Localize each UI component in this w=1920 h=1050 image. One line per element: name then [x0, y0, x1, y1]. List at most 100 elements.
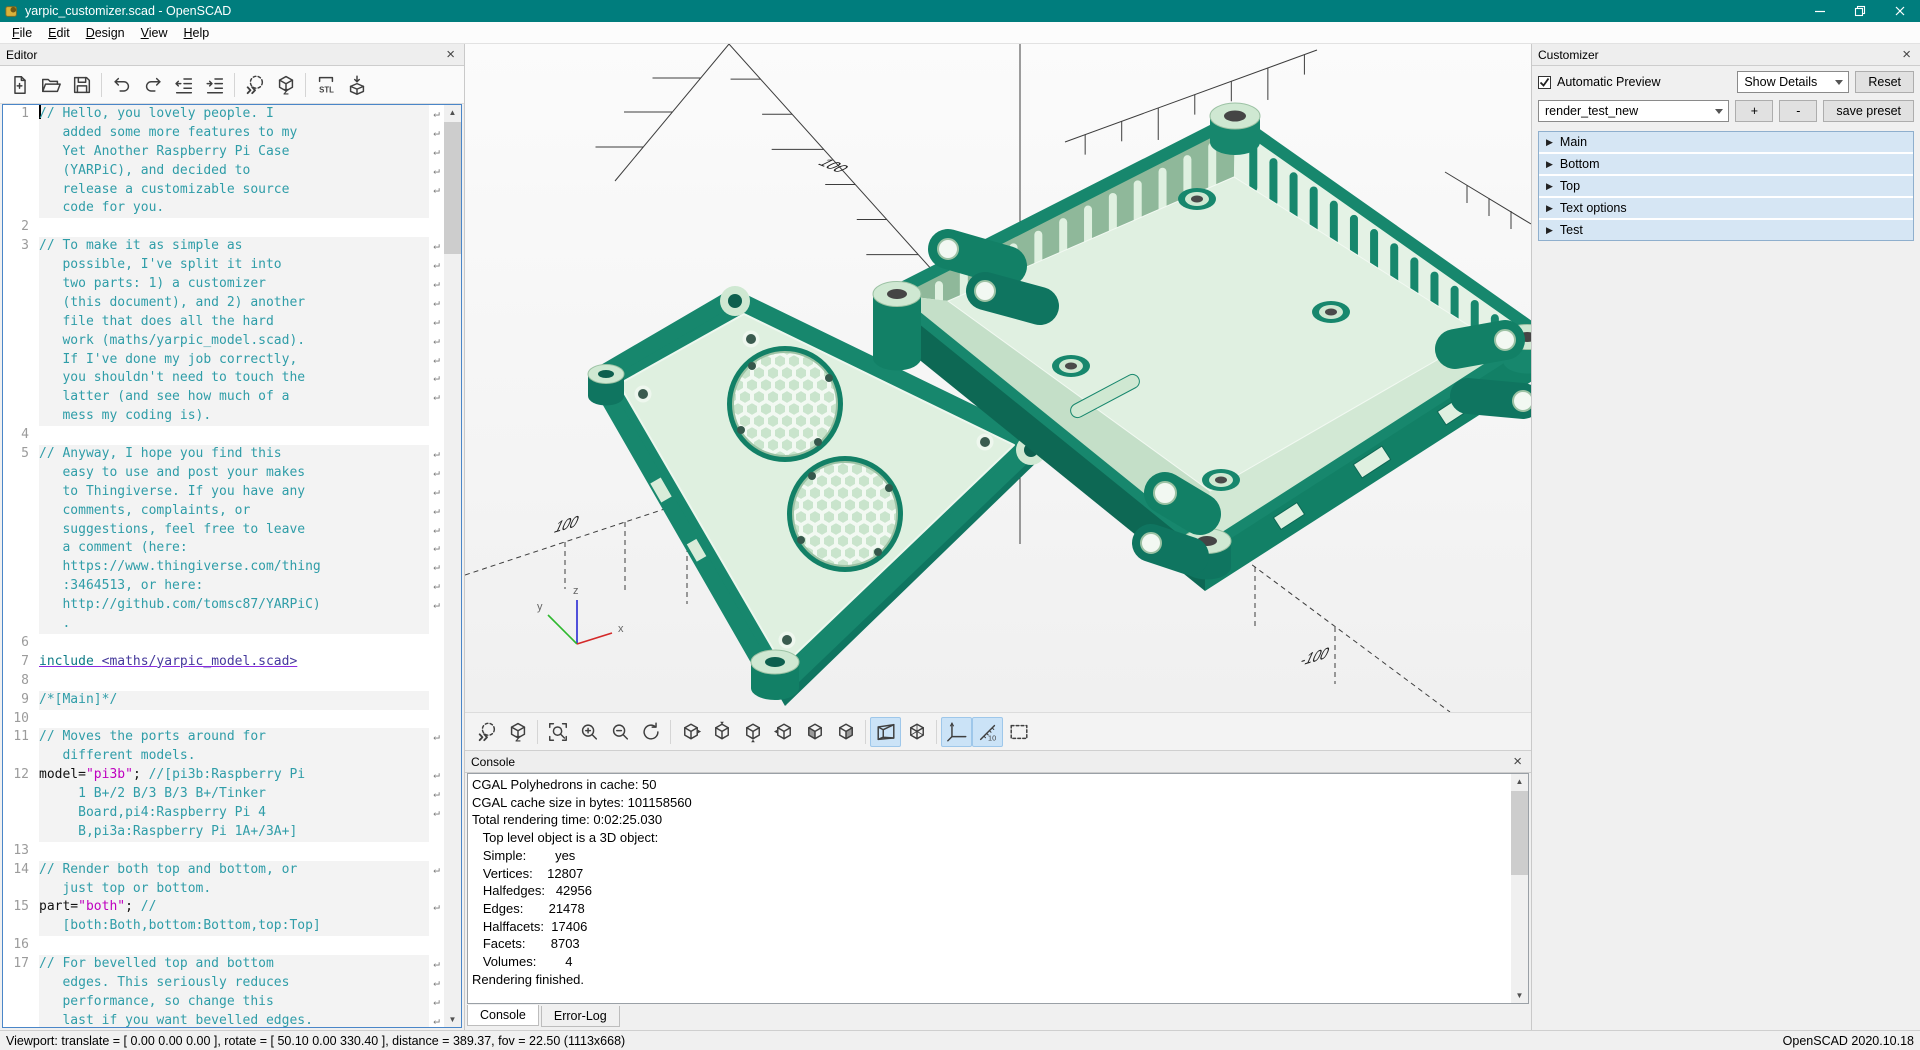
view-back-button[interactable]: [830, 717, 861, 747]
preview-button[interactable]: [239, 70, 270, 100]
scroll-up-icon[interactable]: ▲: [444, 105, 461, 120]
code-editor[interactable]: 1// Hello, you lovely people. I↵ added s…: [2, 104, 462, 1028]
menu-file[interactable]: File: [4, 24, 40, 42]
customizer-section-bottom[interactable]: ▶Bottom: [1539, 154, 1913, 174]
line-number: [3, 464, 39, 483]
console-title: Console: [471, 755, 1510, 769]
view-all-icon: [1008, 721, 1030, 743]
console-close-icon[interactable]: ×: [1510, 755, 1525, 769]
console-line: Edges: 21478: [472, 900, 1508, 918]
code-line: [both:Both,bottom:Bottom,top:Top]: [3, 917, 444, 936]
save-preset-button[interactable]: save preset: [1823, 100, 1914, 122]
customizer-close-icon[interactable]: ×: [1899, 48, 1914, 62]
automatic-preview-checkbox[interactable]: [1538, 76, 1551, 89]
undo-button[interactable]: [106, 70, 137, 100]
zoom-all-button[interactable]: [542, 717, 573, 747]
preset-dropdown[interactable]: render_test_new: [1538, 100, 1729, 122]
toolbar-separator: [234, 73, 235, 97]
line-number: [3, 388, 39, 407]
code-text: part="both"; //: [39, 898, 429, 917]
code-line: 4: [3, 426, 444, 445]
view-all-button[interactable]: [1003, 717, 1034, 747]
preview-button[interactable]: [471, 717, 502, 747]
close-button[interactable]: [1880, 0, 1920, 22]
code-text: [39, 634, 429, 653]
wrap-arrow-icon: ↵: [429, 124, 444, 143]
scrollbar-thumb[interactable]: [444, 122, 461, 254]
perspective-button[interactable]: [870, 717, 901, 747]
customizer-section-top[interactable]: ▶Top: [1539, 176, 1913, 196]
view-right-button[interactable]: [675, 717, 706, 747]
line-number: [3, 351, 39, 370]
render-button[interactable]: [270, 70, 301, 100]
save-file-button[interactable]: [66, 70, 97, 100]
tab-error-log[interactable]: Error-Log: [541, 1006, 620, 1027]
scroll-down-icon[interactable]: ▼: [444, 1012, 461, 1027]
view-left-button[interactable]: [768, 717, 799, 747]
console-line: CGAL cache size in bytes: 101158560: [472, 794, 1508, 812]
customizer-section-main[interactable]: ▶Main: [1539, 132, 1913, 152]
openscad-logo-icon: [5, 4, 19, 18]
view-front-icon: [804, 721, 826, 743]
wrap-arrow-empty: [429, 634, 444, 653]
wrap-arrow-icon: ↵: [429, 369, 444, 388]
section-label: Top: [1560, 179, 1580, 193]
line-number: 3: [3, 237, 39, 256]
tab-console[interactable]: Console: [467, 1005, 539, 1026]
wrap-arrow-empty: [429, 936, 444, 955]
menu-help[interactable]: Help: [176, 24, 218, 42]
add-preset-button[interactable]: +: [1735, 100, 1773, 122]
zoom-out-button[interactable]: [604, 717, 635, 747]
code-line: 1// Hello, you lovely people. I↵: [3, 105, 444, 124]
indent-button[interactable]: [199, 70, 230, 100]
show-scale-markers-button[interactable]: 10: [972, 717, 1003, 747]
editor-close-icon[interactable]: ×: [443, 48, 458, 62]
menu-edit[interactable]: Edit: [40, 24, 78, 42]
console-scrollbar[interactable]: ▲ ▼: [1511, 774, 1528, 1003]
scroll-down-icon[interactable]: ▼: [1511, 988, 1528, 1003]
reset-view-button[interactable]: [635, 717, 666, 747]
view-front-button[interactable]: [799, 717, 830, 747]
3d-viewport[interactable]: 100 100 -100: [465, 44, 1531, 712]
customizer-section-text-options[interactable]: ▶Text options: [1539, 198, 1913, 218]
export-stl-button[interactable]: STL: [310, 70, 341, 100]
code-line: http://github.com/tomsc87/YARPiC)↵: [3, 596, 444, 615]
code-line: file that does all the hard↵: [3, 313, 444, 332]
open-file-button[interactable]: [35, 70, 66, 100]
unindent-button[interactable]: [168, 70, 199, 100]
remove-preset-button[interactable]: -: [1779, 100, 1817, 122]
zoom-in-button[interactable]: [573, 717, 604, 747]
code-text: model="pi3b"; //[pi3b:Raspberry Pi: [39, 766, 429, 785]
restore-button[interactable]: [1840, 0, 1880, 22]
print-3d-button[interactable]: [341, 70, 372, 100]
code-text: [39, 842, 429, 861]
reset-button[interactable]: Reset: [1855, 71, 1914, 93]
show-axes-button[interactable]: [941, 717, 972, 747]
orthogonal-button[interactable]: [901, 717, 932, 747]
editor-scrollbar[interactable]: ▲ ▼: [444, 105, 461, 1027]
wrap-arrow-icon: ↵: [429, 1012, 444, 1027]
details-dropdown[interactable]: Show Details: [1737, 71, 1849, 93]
view-top-button[interactable]: [706, 717, 737, 747]
redo-button[interactable]: [137, 70, 168, 100]
scrollbar-thumb[interactable]: [1511, 791, 1528, 875]
code-line: .: [3, 615, 444, 634]
chevron-down-icon: [1715, 109, 1723, 114]
menu-view[interactable]: View: [133, 24, 176, 42]
new-file-button[interactable]: [4, 70, 35, 100]
console-line: Top level object is a 3D object:: [472, 829, 1508, 847]
line-number: 5: [3, 445, 39, 464]
render-button[interactable]: [502, 717, 533, 747]
code-text: If I've done my job correctly,: [39, 351, 429, 370]
code-area[interactable]: 1// Hello, you lovely people. I↵ added s…: [3, 105, 444, 1027]
customizer-section-test[interactable]: ▶Test: [1539, 220, 1913, 240]
code-text: http://github.com/tomsc87/YARPiC): [39, 596, 429, 615]
code-line: 10: [3, 710, 444, 729]
menu-design[interactable]: Design: [78, 24, 133, 42]
minimize-button[interactable]: [1800, 0, 1840, 22]
scroll-up-icon[interactable]: ▲: [1511, 774, 1528, 789]
wrap-arrow-icon: ↵: [429, 256, 444, 275]
view-bottom-button[interactable]: [737, 717, 768, 747]
console-output[interactable]: CGAL Polyhedrons in cache: 50CGAL cache …: [467, 773, 1529, 1004]
wrap-arrow-icon: ↵: [429, 539, 444, 558]
